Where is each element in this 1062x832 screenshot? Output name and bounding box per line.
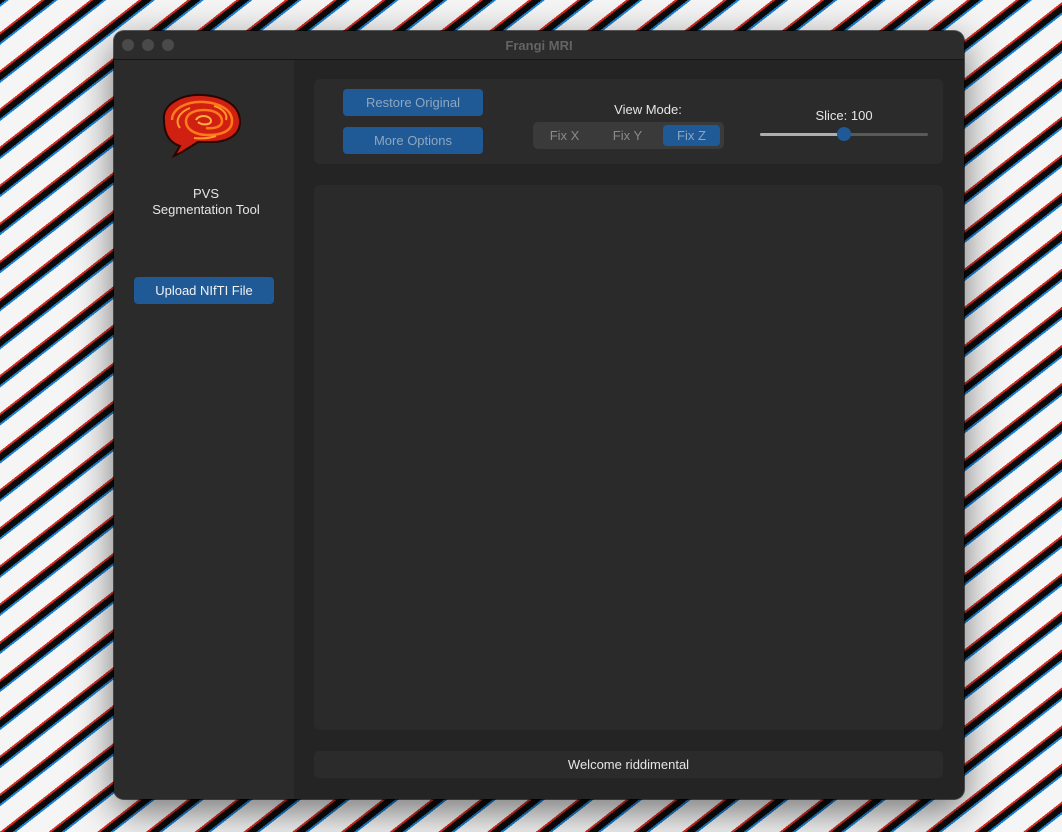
tool-name: PVS Segmentation Tool xyxy=(114,186,298,218)
view-mode-fix-z[interactable]: Fix Z xyxy=(663,125,720,146)
slice-slider-fill xyxy=(760,133,844,136)
image-viewer-canvas[interactable] xyxy=(314,185,943,730)
main-panel: Restore Original More Options View Mode:… xyxy=(294,60,964,799)
sidebar: PVS Segmentation Tool Upload NIfTI File xyxy=(114,60,294,799)
view-mode-selector: Fix X Fix Y Fix Z xyxy=(533,122,724,149)
window-title: Frangi MRI xyxy=(505,38,573,53)
tool-name-line2: Segmentation Tool xyxy=(152,202,260,217)
toolbar: Restore Original More Options View Mode:… xyxy=(314,79,943,164)
more-options-button[interactable]: More Options xyxy=(343,127,483,154)
tool-name-line1: PVS xyxy=(192,186,219,201)
view-mode-fix-x[interactable]: Fix X xyxy=(536,125,593,146)
slice-label: Slice: 100 xyxy=(815,108,873,123)
app-window: Frangi MRI PVS Segmentation Tool Upload … xyxy=(114,31,964,799)
restore-original-button[interactable]: Restore Original xyxy=(343,89,483,116)
upload-nifti-button[interactable]: Upload NIfTI File xyxy=(134,277,274,304)
brain-icon xyxy=(162,93,242,159)
desktop-background: Frangi MRI PVS Segmentation Tool Upload … xyxy=(0,0,1062,832)
slice-slider-thumb[interactable] xyxy=(837,127,851,141)
view-mode-label: View Mode: xyxy=(614,102,682,117)
status-bar: Welcome riddimental xyxy=(314,751,943,778)
view-mode-fix-y[interactable]: Fix Y xyxy=(599,125,656,146)
title-bar: Frangi MRI xyxy=(114,31,964,60)
slice-slider[interactable] xyxy=(760,126,928,142)
